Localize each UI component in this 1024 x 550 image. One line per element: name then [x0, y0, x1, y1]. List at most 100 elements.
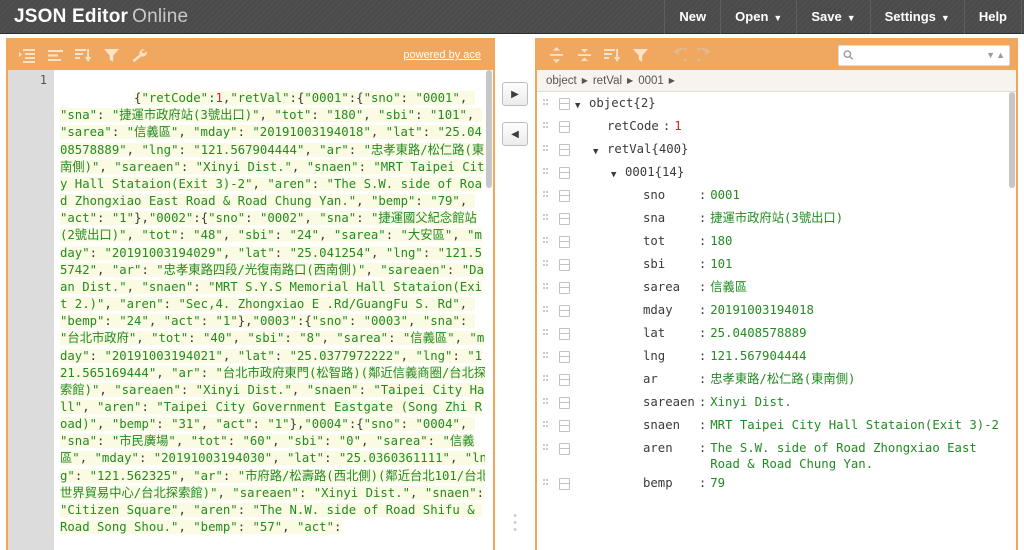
drag-handle-icon[interactable] — [537, 256, 553, 268]
tree-row-value[interactable]: 121.567904444 — [710, 348, 806, 364]
tree-row[interactable]: ▼lng :121.567904444 — [537, 345, 1016, 368]
tree-row-key[interactable]: aren — [643, 440, 695, 456]
tree-row-key[interactable]: mday — [643, 302, 695, 318]
row-menu-icon[interactable] — [553, 417, 575, 432]
tree-row-key[interactable]: retCode — [607, 118, 659, 134]
row-menu-icon[interactable] — [553, 233, 575, 248]
drag-handle-icon[interactable] — [537, 95, 553, 107]
tree-row[interactable]: ▼sno :0001 — [537, 184, 1016, 207]
tree-row[interactable]: ▼mday :20191003194018 — [537, 299, 1016, 322]
tree-row-value[interactable]: 捷運市政府站(3號出口) — [710, 210, 843, 226]
row-menu-icon[interactable] — [553, 440, 575, 455]
menu-item-open[interactable]: Open ▼ — [720, 0, 796, 34]
tree-row-key[interactable]: tot — [643, 233, 695, 249]
tree-row-key[interactable]: sbi — [643, 256, 695, 272]
tree-row[interactable]: ▼ retVal {400} — [537, 138, 1016, 161]
tree-row[interactable]: ▼sbi :101 — [537, 253, 1016, 276]
code-scrollbar-vertical[interactable] — [485, 70, 493, 550]
tree-row-key[interactable]: sarea — [643, 279, 695, 295]
tree-row[interactable]: ▼tot :180 — [537, 230, 1016, 253]
tree-row-key[interactable]: ar — [643, 371, 695, 387]
drag-handle-icon[interactable] — [537, 233, 553, 245]
drag-handle-icon[interactable] — [537, 417, 553, 429]
drag-handle-icon[interactable] — [537, 371, 553, 383]
breadcrumb-item-object[interactable]: object — [546, 75, 577, 87]
drag-handle-icon[interactable] — [537, 440, 553, 452]
tree-row-key[interactable]: sno — [643, 187, 695, 203]
row-menu-icon[interactable] — [553, 256, 575, 271]
drag-handle-icon[interactable] — [537, 302, 553, 314]
tree-row-key[interactable]: object — [589, 95, 633, 111]
tree-row-key[interactable]: lat — [643, 325, 695, 341]
code-text-area[interactable]: {"retCode":1,"retVal":{"0001":{"sno": "0… — [54, 70, 493, 550]
compact-icon[interactable] — [42, 43, 68, 67]
tree-row-key[interactable]: retVal — [607, 141, 651, 157]
tree-row-key[interactable]: sna — [643, 210, 695, 226]
menu-item-new[interactable]: New — [664, 0, 720, 34]
tree-row[interactable]: ▼sna :捷運市政府站(3號出口) — [537, 207, 1016, 230]
expand-triangle-icon[interactable]: ▼ — [575, 95, 589, 114]
tree-row-key[interactable]: sareaen — [643, 394, 695, 410]
tree-row-value[interactable]: 0001 — [710, 187, 740, 203]
repair-wrench-icon[interactable] — [126, 43, 152, 67]
row-menu-icon[interactable] — [553, 302, 575, 317]
tree-row-value[interactable]: Xinyi Dist. — [710, 394, 791, 410]
drag-handle-icon[interactable] — [537, 141, 553, 153]
powered-by-ace-link[interactable]: powered by ace — [403, 49, 481, 61]
tree-row-value[interactable]: The S.W. side of Road Zhongxiao East Roa… — [710, 440, 1006, 472]
redo-icon[interactable] — [693, 43, 719, 67]
drag-handle-icon[interactable] — [537, 394, 553, 406]
tree-row-value[interactable]: 1 — [674, 118, 681, 134]
tree-search-box[interactable]: ▼ ▲ — [838, 44, 1010, 66]
undo-icon[interactable] — [665, 43, 691, 67]
filter-icon[interactable] — [98, 43, 124, 67]
sort-icon[interactable] — [70, 43, 96, 67]
breadcrumb-item-retval[interactable]: retVal — [593, 75, 622, 87]
drag-handle-icon[interactable] — [537, 475, 553, 487]
search-next-icon[interactable]: ▼ — [986, 50, 995, 60]
tree-row-key[interactable]: bemp — [643, 475, 695, 491]
tree-row-value[interactable]: 180 — [710, 233, 732, 249]
search-input[interactable] — [857, 49, 983, 61]
row-menu-icon[interactable] — [553, 371, 575, 386]
pane-resize-handle[interactable] — [513, 514, 517, 532]
row-menu-icon[interactable] — [553, 95, 575, 110]
row-menu-icon[interactable] — [553, 118, 575, 133]
copy-to-right-button[interactable]: ▶ — [502, 82, 528, 106]
copy-to-left-button[interactable]: ◀ — [502, 122, 528, 146]
tree-row[interactable]: ▼aren :The S.W. side of Road Zhongxiao E… — [537, 437, 1016, 472]
sort-icon[interactable] — [599, 43, 625, 67]
tree-row[interactable]: ▼bemp :79 — [537, 472, 1016, 495]
row-menu-icon[interactable] — [553, 348, 575, 363]
row-menu-icon[interactable] — [553, 279, 575, 294]
tree-row-value[interactable]: 25.0408578889 — [710, 325, 806, 341]
tree-row[interactable]: ▼retCode:1 — [537, 115, 1016, 138]
tree-row-key[interactable]: 0001 — [625, 164, 655, 180]
collapse-all-icon[interactable] — [571, 43, 597, 67]
tree-row[interactable]: ▼sarea :信義區 — [537, 276, 1016, 299]
tree-row[interactable]: ▼lat :25.0408578889 — [537, 322, 1016, 345]
tree-row-value[interactable]: 101 — [710, 256, 732, 272]
drag-handle-icon[interactable] — [537, 325, 553, 337]
tree-row[interactable]: ▼ 0001 {14} — [537, 161, 1016, 184]
row-menu-icon[interactable] — [553, 141, 575, 156]
search-prev-icon[interactable]: ▲ — [996, 50, 1005, 60]
drag-handle-icon[interactable] — [537, 210, 553, 222]
tree-row-key[interactable]: snaen — [643, 417, 695, 433]
code-editor-body[interactable]: 1 {"retCode":1,"retVal":{"0001":{"sno": … — [8, 70, 493, 550]
tree-row[interactable]: ▼ar :忠孝東路/松仁路(東南側) — [537, 368, 1016, 391]
row-menu-icon[interactable] — [553, 475, 575, 490]
row-menu-icon[interactable] — [553, 164, 575, 179]
tree-row-value[interactable]: 忠孝東路/松仁路(東南側) — [710, 371, 855, 387]
tree-row[interactable]: ▼ object {2} — [537, 92, 1016, 115]
tree-row-value[interactable]: 20191003194018 — [710, 302, 814, 318]
menu-item-help[interactable]: Help — [963, 0, 1022, 34]
drag-handle-icon[interactable] — [537, 279, 553, 291]
row-menu-icon[interactable] — [553, 325, 575, 340]
expand-triangle-icon[interactable]: ▼ — [611, 164, 625, 183]
expand-triangle-icon[interactable]: ▼ — [593, 141, 607, 160]
tree-row-key[interactable]: lng — [643, 348, 695, 364]
breadcrumb-item-0001[interactable]: 0001 — [638, 75, 664, 87]
drag-handle-icon[interactable] — [537, 348, 553, 360]
tree-row[interactable]: ▼snaen :MRT Taipei City Hall Stataion(Ex… — [537, 414, 1016, 437]
